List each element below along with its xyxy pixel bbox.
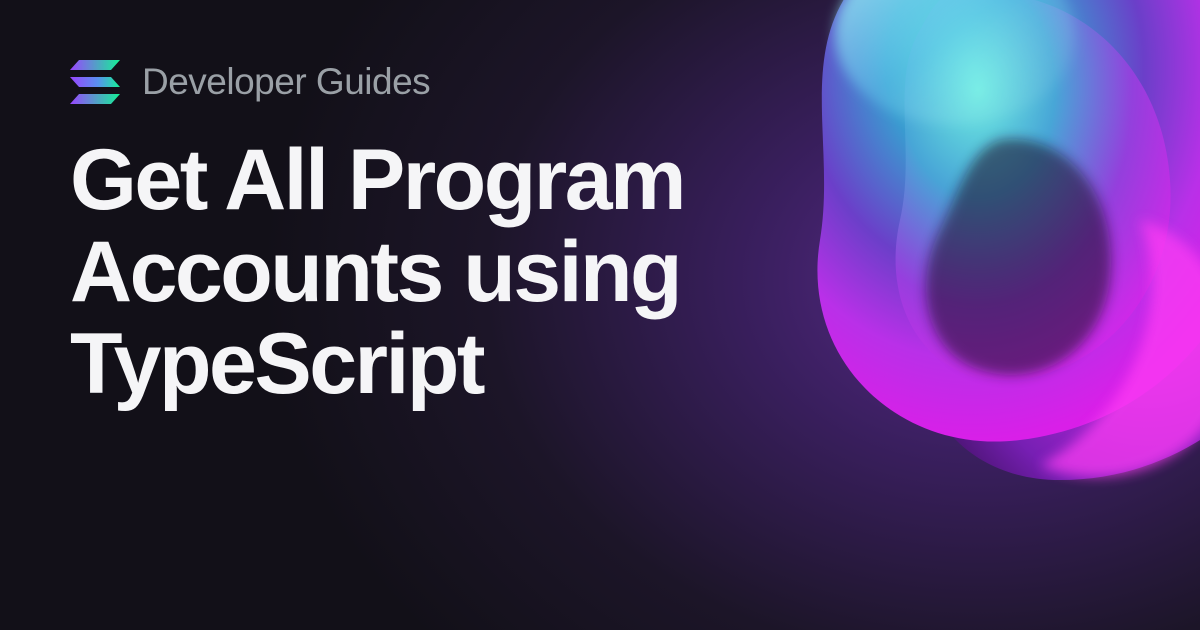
header: Developer Guides xyxy=(70,60,1130,104)
category-label: Developer Guides xyxy=(142,61,430,103)
page-title: Get All Program Accounts using TypeScrip… xyxy=(70,134,970,410)
solana-logo-icon xyxy=(70,60,120,104)
